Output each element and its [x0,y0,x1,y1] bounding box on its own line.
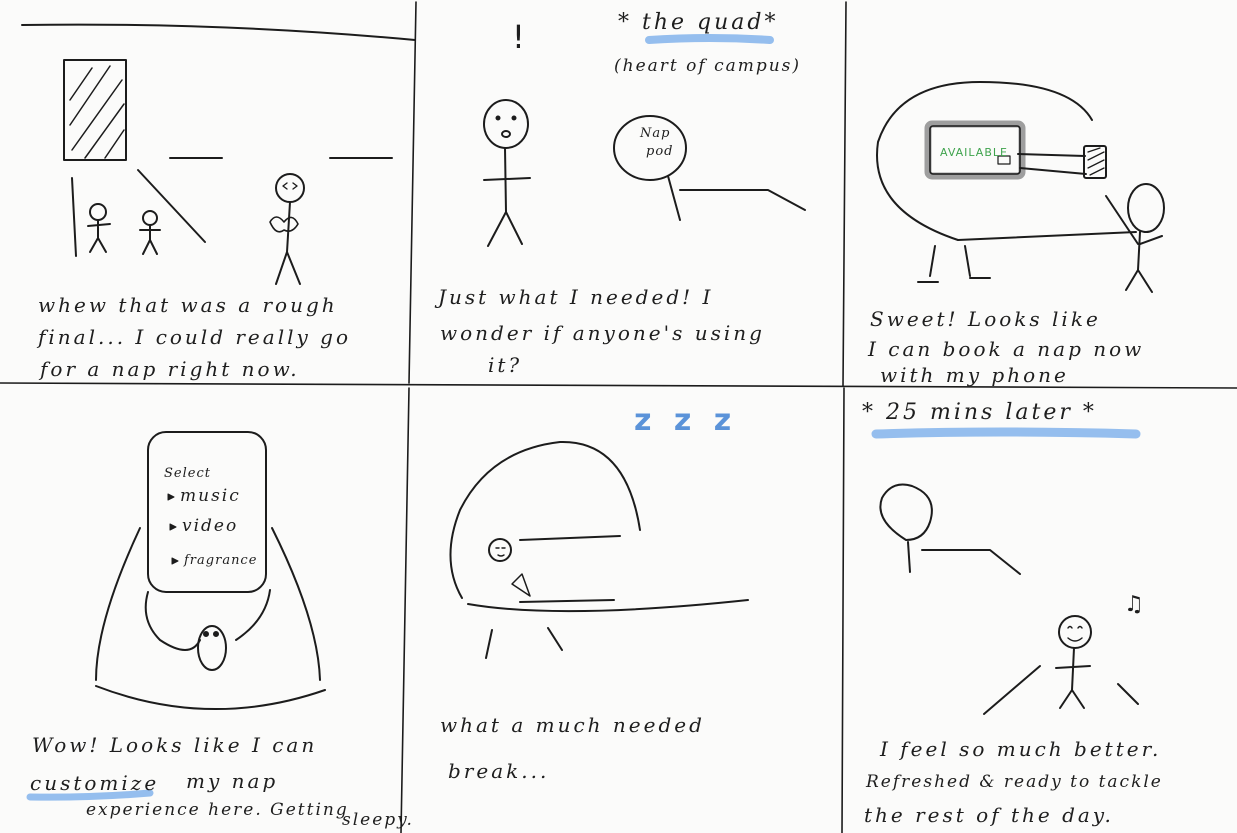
sleep-zzz: z z z [634,403,738,438]
caption-highlight-customize: customize [30,771,160,795]
phone-menu-title: Select [164,466,211,481]
location-title: * the quad* [618,10,779,35]
panel2-caption-line-2: wonder if anyone's using [440,321,765,345]
panel6-scene [871,427,1141,715]
panel4-caption-line-4: sleepy. [342,810,414,830]
phone-menu-option-video: video [182,516,239,536]
panel5-scene [449,440,749,659]
panel3-scene [876,81,1165,293]
phone-menu-option-music: music [180,486,241,506]
pod-label-line-1: Nap [640,126,671,141]
storyboard: whew that was a rough final... I could r… [0,0,1237,833]
surprise-mark: ! [512,18,525,56]
pod-label-line-2: pod [646,144,674,159]
phone-menu-option-fragrance: fragrance [184,553,258,568]
panel5-caption-line-1: what a much needed [440,713,705,737]
panel5-caption-line-2: break... [448,759,550,783]
music-note-icon: ♫ [1124,592,1144,617]
panel3-caption-line-1: Sweet! Looks like [870,307,1101,331]
panel6-caption-line-3: the rest of the day. [864,803,1114,827]
panel1-caption-line-3: for a nap right now. [40,357,300,381]
location-subtitle: (heart of campus) [614,56,802,76]
pod-screen-status: AVAILABLE [940,146,1008,159]
panel2-caption-line-3: it? [488,353,523,377]
panel4-caption-line-2: my nap [186,769,279,793]
time-skip-title: * 25 mins later * [862,400,1097,425]
panel1-caption-line-2: final... I could really go [38,325,351,349]
panel3-caption-line-3: with my phone [880,363,1069,387]
panel4-caption-line-1: Wow! Looks like I can [32,733,318,757]
panel6-caption-line-1: I feel so much better. [880,737,1162,761]
panel1-caption-line-1: whew that was a rough [38,293,338,317]
panel6-caption-line-2: Refreshed & ready to tackle [866,772,1163,792]
panel2-caption-line-1: Just what I needed! I [438,285,714,309]
panel4-caption-line-3: experience here. Getting [86,800,349,820]
panel1-scene [21,23,416,285]
